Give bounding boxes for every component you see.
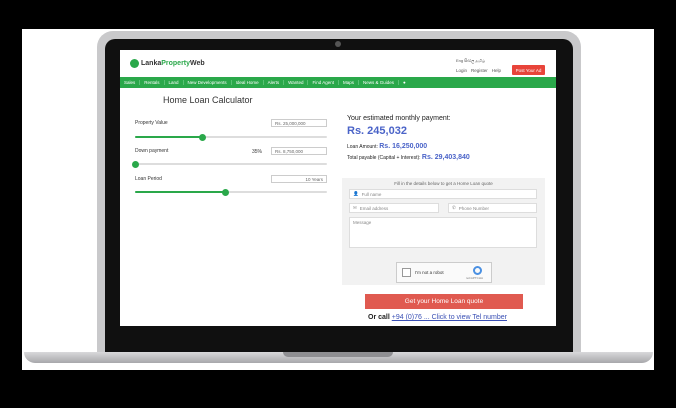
language-switcher[interactable]: Eng සිංහල தமிழ் [456, 58, 485, 64]
phone-field[interactable]: ✆ Phone Number [448, 203, 537, 213]
property-value-handle[interactable] [198, 133, 206, 141]
login-link[interactable]: Login [456, 68, 467, 73]
property-value-label: Property Value [135, 120, 168, 126]
logo-icon [130, 59, 139, 68]
property-value-input[interactable]: Rs. 25,000,000 [271, 119, 327, 127]
get-quote-button[interactable]: Get your Home Loan quote [365, 294, 523, 309]
nav-item-ideal-home[interactable]: Ideal Home [232, 80, 264, 85]
nav-item-sales[interactable]: Sales [120, 80, 141, 85]
logo-suffix: Web [190, 60, 205, 67]
nav-item-new-developments[interactable]: New Developments [184, 80, 232, 85]
recaptcha-brand: reCAPTCHA [466, 276, 484, 280]
phone-placeholder: Phone Number [458, 205, 490, 211]
recaptcha-checkbox[interactable] [402, 268, 411, 277]
nav-item-alerts[interactable]: Alerts [264, 80, 285, 85]
call-prefix: Or call [368, 314, 390, 321]
loan-amount-value: Rs. 16,250,000 [379, 143, 428, 150]
down-payment-percent: 35% [252, 149, 263, 155]
laptop-notch [283, 352, 393, 357]
browser-screen: LankaPropertyWeb Eng සිංහල தமிழ் Login R… [120, 50, 556, 326]
loan-period-slider[interactable] [135, 188, 327, 196]
loan-period-input[interactable]: 10 Years [271, 175, 327, 183]
recaptcha-widget: I'm not a robot reCAPTCHA [396, 262, 492, 283]
quote-form: Fill in the details below to get a Home … [342, 178, 545, 285]
recaptcha-icon [473, 266, 482, 275]
envelope-icon: ✉ [353, 205, 357, 210]
logo-prefix: Lanka [141, 60, 162, 67]
form-hint: Fill in the details below to get a Home … [394, 181, 493, 186]
help-link[interactable]: Help [492, 68, 501, 73]
email-placeholder: Email address [359, 205, 389, 211]
loan-period-fill [135, 191, 226, 193]
nav-more-icon[interactable]: ● [399, 80, 410, 85]
property-value-slider[interactable] [135, 133, 327, 141]
nav-item-find-agent[interactable]: Find Agent [308, 80, 339, 85]
monthly-payment: Rs. 245,032 [347, 125, 407, 137]
recaptcha-text: I'm not a robot [415, 270, 444, 275]
loan-amount-label: Loan Amount: [347, 144, 378, 150]
nav-item-wanted[interactable]: Wanted [284, 80, 309, 85]
call-line: Or call +94 (0)76 ... Click to view Tel … [368, 314, 507, 321]
nav-item-news-guides[interactable]: News & Guides [359, 80, 399, 85]
message-placeholder: Message [353, 220, 372, 225]
down-payment-input[interactable]: Rs. 8,750,000 [271, 147, 327, 155]
down-payment-slider[interactable] [131, 160, 327, 168]
nav-item-maps[interactable]: Maps [339, 80, 359, 85]
nav-item-land[interactable]: Land [165, 80, 184, 85]
nav-item-rentals[interactable]: Rentals [140, 80, 165, 85]
estimate-heading: Your estimated monthly payment: [347, 115, 451, 122]
down-payment-label: Down payment [135, 148, 169, 154]
full-name-placeholder: Full name [361, 191, 382, 197]
post-ad-button[interactable]: Post Your Ad [512, 65, 545, 75]
property-value-fill [135, 136, 203, 138]
total-payable: Total payable (Capital + Interest): Rs. … [347, 154, 470, 161]
full-name-field[interactable]: 👤 Full name [349, 189, 537, 199]
message-field[interactable]: Message [349, 217, 537, 248]
loan-period-handle[interactable] [221, 188, 229, 196]
user-icon: 👤 [353, 191, 359, 196]
loan-period-label: Loan Period [135, 176, 162, 182]
site-header: LankaPropertyWeb Eng සිංහල தமிழ் Login R… [120, 50, 556, 76]
phone-icon: ✆ [452, 205, 456, 210]
main-nav: Sales Rentals Land New Developments Idea… [120, 77, 556, 88]
camera-icon [335, 41, 341, 47]
loan-amount: Loan Amount: Rs. 16,250,000 [347, 143, 427, 150]
total-payable-label: Total payable (Capital + Interest): [347, 155, 421, 161]
site-logo[interactable]: LankaPropertyWeb [130, 59, 205, 68]
calculator-title: Home Loan Calculator [163, 95, 253, 105]
account-links: Login Register Help [456, 68, 501, 73]
total-payable-value: Rs. 29,403,840 [421, 154, 470, 161]
down-payment-handle[interactable] [131, 160, 139, 168]
call-number-link[interactable]: +94 (0)76 ... Click to view Tel number [392, 314, 507, 321]
register-link[interactable]: Register [471, 68, 488, 73]
logo-brand: Property [161, 60, 191, 67]
email-field[interactable]: ✉ Email address [349, 203, 439, 213]
